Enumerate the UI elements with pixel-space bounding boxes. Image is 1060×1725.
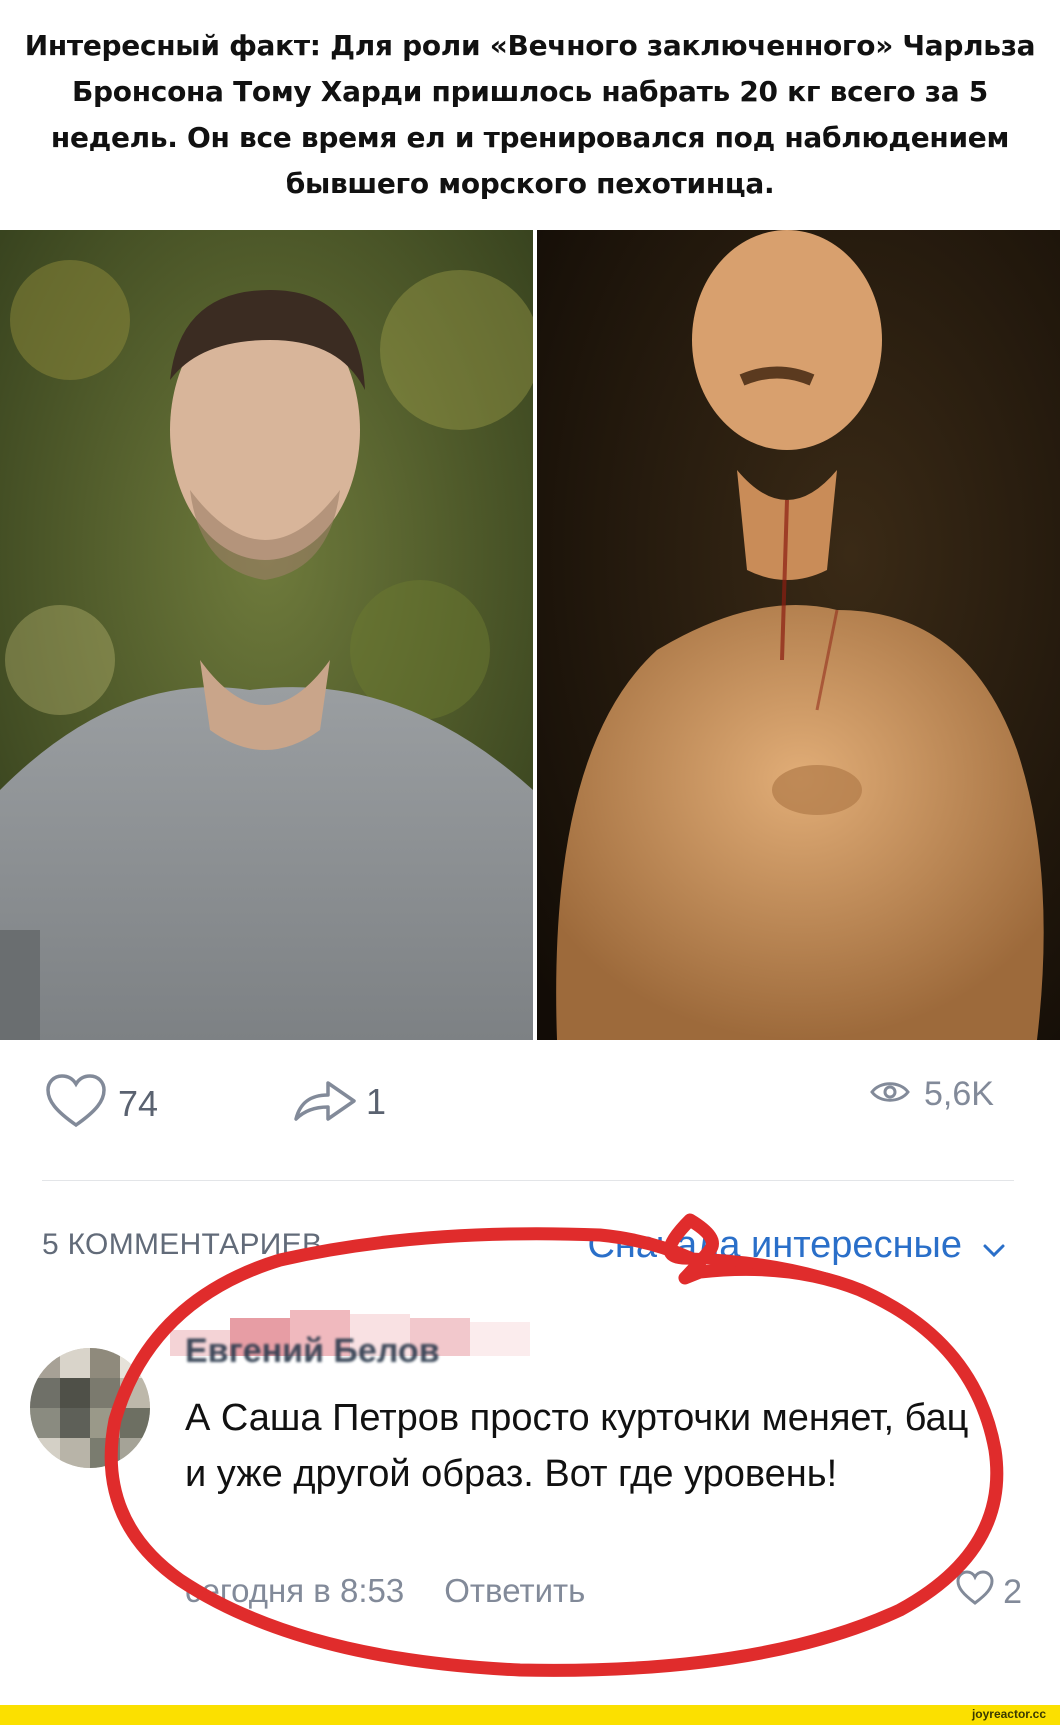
watermark-bar: joyreactor.cc [0,1705,1060,1725]
comment-like-count: 2 [1003,1573,1022,1611]
photo-after[interactable] [537,230,1060,1040]
avatar[interactable] [30,1348,150,1468]
heart-icon [44,1073,108,1134]
divider [42,1180,1014,1181]
share-count: 1 [366,1080,387,1122]
share-button[interactable]: 1 [290,1073,386,1130]
comment-text: А Саша Петров просто курточки меняет, ба… [185,1397,969,1495]
like-count: 74 [118,1082,159,1124]
comment-like-button[interactable]: 2 [955,1570,1022,1615]
post-text: Интересный факт: Для роли «Вечного заклю… [24,29,1036,200]
comments-header: 5 КОММЕНТАРИЕВ Сначала интересные [42,1222,1014,1272]
comment-author[interactable]: Евгений Белов [185,1332,440,1371]
comments-count: 5 КОММЕНТАРИЕВ [42,1228,323,1261]
reply-button[interactable]: Ответить [444,1572,585,1610]
comment-time: сегодня в 8:53 [185,1572,405,1609]
photo-before[interactable] [0,230,533,1040]
watermark-text: joyreactor.cc [971,1707,1046,1721]
photo-before-image [0,230,533,1040]
views-counter: 5,6K [870,1075,994,1114]
comments-sort-dropdown[interactable]: Сначала интересные [587,1222,1006,1269]
post-actions: 74 1 5,6K [0,1065,1060,1139]
share-arrow-icon [290,1073,360,1130]
sort-label: Сначала интересные [587,1224,962,1266]
photo-after-image [537,230,1060,1040]
chevron-down-icon [982,1226,1006,1269]
comment-heart-icon [955,1570,995,1615]
comment-meta: сегодня в 8:53 Ответить [185,1572,585,1610]
eye-icon [870,1078,910,1111]
like-button[interactable]: 74 [44,1073,158,1134]
views-count: 5,6K [924,1075,994,1113]
comment-item: Евгений Белов А Саша Петров просто курто… [0,1300,1060,1640]
